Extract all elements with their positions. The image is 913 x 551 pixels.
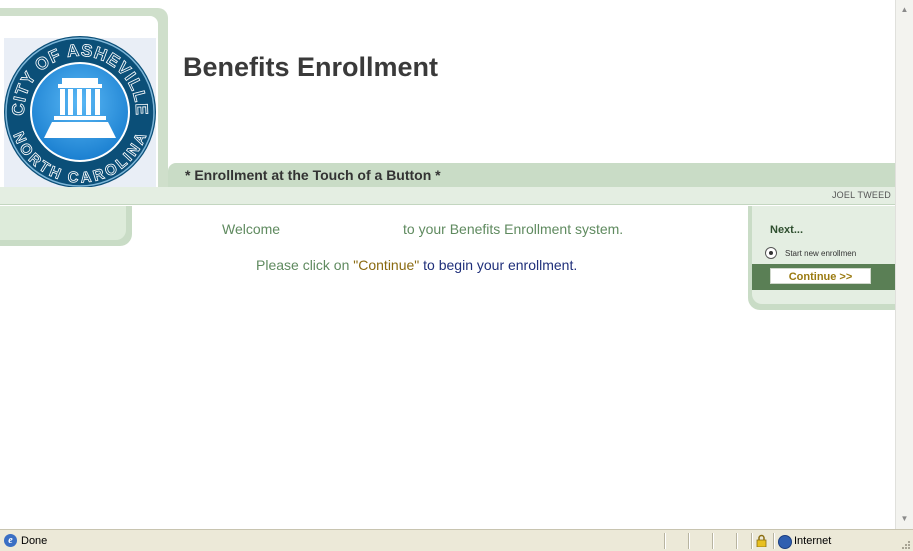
start-new-enrollment-label[interactable]: Start new enrollmen bbox=[785, 249, 856, 258]
instruction-continue-word: "Continue" bbox=[353, 257, 420, 273]
instruction-text: Please click on "Continue" to begin your… bbox=[256, 257, 577, 273]
next-panel-inner: Next... Start new enrollmen Continue >> bbox=[752, 206, 895, 304]
tagline: * Enrollment at the Touch of a Button * bbox=[185, 167, 441, 183]
page-done-icon: e bbox=[4, 534, 17, 547]
logo-panel: CITY OF ASHEVILLE NORTH CAROLINA bbox=[0, 8, 168, 194]
instruction-prefix: Please click on bbox=[256, 257, 354, 273]
status-divider bbox=[688, 533, 690, 549]
continue-button[interactable]: Continue >> bbox=[770, 268, 871, 284]
browser-viewport: CITY OF ASHEVILLE NORTH CAROLINA Benefit… bbox=[0, 0, 913, 551]
scroll-down-arrow-icon[interactable]: ▼ bbox=[898, 511, 911, 526]
status-divider bbox=[712, 533, 714, 549]
left-nav-tab-inner bbox=[0, 206, 126, 240]
next-heading: Next... bbox=[770, 224, 804, 236]
security-zone-text: Internet bbox=[794, 535, 832, 547]
resize-grip-icon[interactable] bbox=[899, 538, 911, 550]
user-name: JOEL TWEED bbox=[831, 190, 891, 200]
status-text: Done bbox=[21, 535, 48, 547]
status-divider bbox=[773, 533, 775, 549]
status-bar: e Done Internet bbox=[0, 529, 913, 551]
next-panel: Next... Start new enrollmen Continue >> bbox=[748, 206, 895, 310]
left-nav-tab bbox=[0, 206, 132, 246]
user-strip: JOEL TWEED bbox=[0, 187, 895, 205]
welcome-text: Welcome bbox=[222, 221, 281, 237]
scroll-up-arrow-icon[interactable]: ▲ bbox=[898, 2, 911, 17]
start-new-enrollment-radio[interactable] bbox=[765, 247, 777, 259]
city-seal-logo: CITY OF ASHEVILLE NORTH CAROLINA bbox=[4, 36, 156, 188]
internet-globe-icon bbox=[778, 535, 792, 549]
radio-selected-dot bbox=[769, 251, 773, 255]
status-divider bbox=[736, 533, 738, 549]
vertical-scrollbar[interactable]: ▲ ▼ bbox=[895, 0, 913, 529]
instruction-suffix: to begin your enrollment. bbox=[419, 257, 578, 273]
welcome-suffix-text: to your Benefits Enrollment system. bbox=[403, 221, 624, 237]
status-divider bbox=[751, 533, 753, 549]
lock-icon bbox=[756, 534, 767, 547]
continue-strip: Continue >> bbox=[752, 264, 895, 290]
status-divider bbox=[664, 533, 666, 549]
page-title: Benefits Enrollment bbox=[183, 52, 439, 82]
tagline-bar: * Enrollment at the Touch of a Button * bbox=[168, 163, 895, 187]
